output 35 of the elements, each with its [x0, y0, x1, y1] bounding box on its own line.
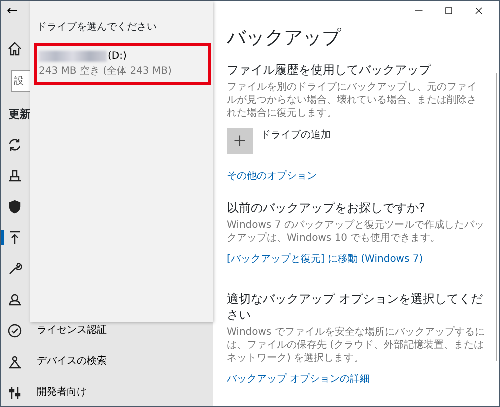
- drive-item[interactable]: (D:) 243 MB 空き (全体 243 MB): [34, 43, 211, 85]
- person-icon: [7, 354, 23, 370]
- plus-icon: [233, 134, 247, 148]
- home-icon: [7, 40, 23, 56]
- back-button[interactable]: ←: [1, 1, 31, 23]
- nav-item[interactable]: デバイスの検索: [1, 346, 213, 377]
- nav-item[interactable]: ライセンス認証: [1, 315, 213, 346]
- add-drive-button[interactable]: [227, 128, 253, 154]
- page-title: バックアップ: [227, 27, 342, 50]
- person-icon: [7, 292, 23, 308]
- sliders-icon: [7, 384, 23, 400]
- redacted-label: [39, 51, 107, 62]
- maximize-icon[interactable]: [443, 5, 455, 17]
- section-heading: ファイル履歴を使用してバックアップ: [227, 62, 432, 78]
- description-text: Windows でファイルを安全な場所にバックアップするには、ファイルの保存先 (クラウド、外部記憶装置、またはネットワーク) を選択します。: [227, 326, 485, 365]
- link[interactable]: その他のオプション: [227, 168, 317, 184]
- search-field[interactable]: 設: [11, 70, 30, 92]
- wrench-icon: [7, 260, 23, 276]
- scrollbar[interactable]: [496, 73, 497, 361]
- nav-item[interactable]: 開発者向け: [1, 377, 213, 407]
- check-circle-icon: [7, 322, 23, 338]
- tray-icon: [7, 168, 23, 184]
- description-text: ファイルを別のドライブにバックアップし、元のファイルが見つからない場合、壊れている場合、または削除された場合に復元します。: [227, 80, 478, 120]
- shield-icon: [7, 198, 23, 214]
- section-heading: 以前のバックアップをお探しですか?: [227, 200, 426, 216]
- sync-icon: [7, 136, 23, 152]
- section-heading: 適切なバックアップ オプションを選択してください: [227, 290, 484, 323]
- close-icon[interactable]: [473, 5, 485, 17]
- add-drive-label: ドライブの追加: [261, 128, 331, 143]
- link[interactable]: [バックアップと復元] に移動 (Windows 7): [227, 252, 424, 267]
- flyout-heading: ドライブを選んでください: [37, 20, 157, 35]
- section-heading: 更新: [8, 106, 31, 123]
- description-text: Windows 7 のバックアップと復元ツールで作成したバックアップは、Windows 10 でも使用できます。: [227, 218, 485, 245]
- link[interactable]: バックアップ オプションの詳細: [227, 372, 370, 387]
- upload-arrow-icon: [7, 230, 23, 246]
